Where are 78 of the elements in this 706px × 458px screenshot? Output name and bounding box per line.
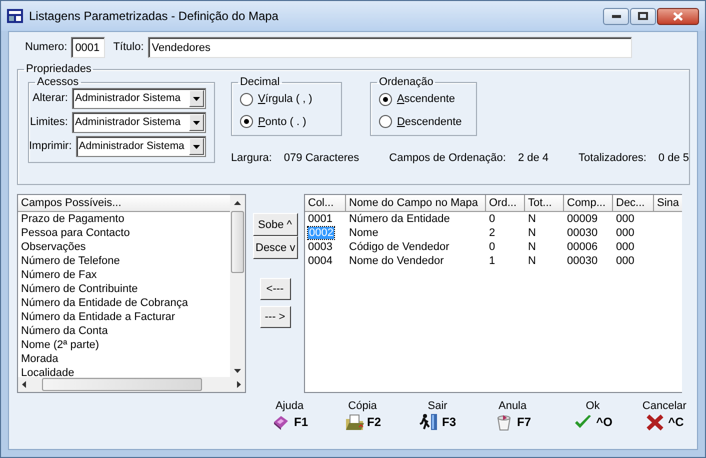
column-header[interactable]: Campos Possíveis... [18,195,231,212]
list-item[interactable]: Número da Entidade de Cobrança [18,296,229,310]
group-title: Ordenação [378,77,434,88]
table-cell[interactable]: N [528,227,536,239]
list-item[interactable]: Morada [18,352,229,366]
field-label: Alterar: [32,91,68,106]
info-label: Largura: [230,151,272,166]
table-cell[interactable]: 0004 [308,255,332,267]
info-label: Totalizadores: [578,151,646,166]
column-header[interactable]: Sina [654,195,682,212]
list-item[interactable]: Prazo de Pagamento [18,212,229,226]
field-label: Numero: [25,40,68,56]
table-cell[interactable]: 000 [616,213,634,225]
table-cell[interactable]: Código de Vendedor [349,241,450,253]
info-value: 0 de 5 [658,151,689,166]
toolbar-button[interactable]: Anula F7 [494,399,532,431]
list-item[interactable]: Número de Telefone [18,254,229,268]
column-header[interactable]: Nome do Campo no Mapa [346,195,486,212]
radio-label: Ascendente [396,92,456,107]
table-cell[interactable]: Nome [349,227,378,239]
window-title: Listagens Parametrizadas - Definição do Mapa [29,8,280,25]
group-title: Decimal [238,77,281,88]
table-cell[interactable]: Número da Entidade [349,213,450,225]
field-label: Título: [113,40,144,56]
table-cell[interactable]: 0003 [308,241,332,253]
move-button[interactable]: Desce v [252,236,298,259]
field-label: Limites: [30,115,68,130]
table-cell[interactable]: 0 [489,241,496,253]
number-field[interactable]: 0001 [71,37,106,58]
info-value: 2 de 4 [518,151,549,166]
table-cell[interactable]: 00009 [567,213,598,225]
list-item[interactable]: Número de Contribuinte [18,282,229,296]
table-cell[interactable]: Nome do Vendedor [349,255,444,267]
list-item[interactable]: Pessoa para Contacto [18,226,229,240]
radio-label: Ponto ( . ) [258,114,306,130]
column-header[interactable]: Ord... [486,195,525,212]
group-title: Acessos [36,77,80,88]
table-cell[interactable]: 00030 [567,227,598,239]
list-item[interactable]: Localidade [18,366,229,380]
title-field[interactable]: Vendedores [148,37,632,58]
table-cell[interactable]: N [528,241,536,253]
table-cell[interactable]: 0 [489,213,496,225]
access-dropdown[interactable]: Administrador Sistema [76,136,206,157]
table-cell[interactable]: 000 [616,241,634,253]
list-item[interactable]: Número de Fax [18,268,229,282]
column-header[interactable]: Comp... [564,195,613,212]
column-header[interactable]: Dec... [613,195,654,212]
list-item[interactable]: Observações [18,240,229,254]
column-header[interactable]: Col... [305,195,346,212]
table-cell[interactable]: 000 [616,255,634,267]
access-dropdown[interactable]: Administrador Sistema [72,88,206,109]
group-title: Propriedades [25,64,92,75]
table-cell[interactable]: 1 [489,255,496,267]
toolbar-button[interactable]: Ok ^O [573,399,612,431]
info-label: Campos de Ordenação: [389,151,506,166]
field-label: Imprimir: [29,139,72,154]
move-button[interactable]: Sobe ^ [252,213,298,236]
column-header[interactable]: Tot... [525,195,564,212]
radio-label: Descendente [396,114,462,130]
transfer-button[interactable]: <--- [260,278,290,300]
table-cell[interactable]: 2 [489,227,496,239]
access-dropdown[interactable]: Administrador Sistema [72,112,206,133]
list-item[interactable]: Número da Conta [18,324,229,338]
list-item[interactable]: Número da Entidade a Facturar [18,310,229,324]
table-cell[interactable]: 00030 [567,255,598,267]
toolbar-button[interactable]: Cancelar ^C [642,399,686,431]
table-cell[interactable]: N [528,213,536,225]
transfer-button[interactable]: --- > [260,306,290,328]
toolbar-button[interactable]: Ajuda F1 [271,399,308,431]
toolbar-button[interactable]: Sair F3 [419,399,456,431]
list-item[interactable]: Nome (2ª parte) [18,338,229,352]
radio-label: Vírgula ( , ) [258,92,312,107]
toolbar-button[interactable]: Cópia F2 [344,399,382,431]
info-value: 079 Caracteres [284,151,360,166]
table-cell[interactable]: 000 [616,227,634,239]
table-cell[interactable]: 00006 [567,241,598,253]
table-cell[interactable]: N [528,255,536,267]
table-cell[interactable]: 0001 [308,213,332,225]
